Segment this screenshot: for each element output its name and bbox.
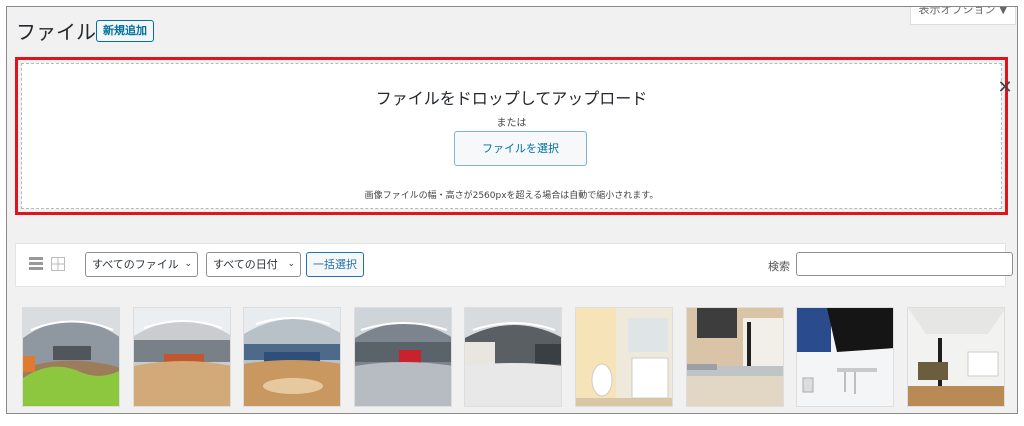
- panorama-white-image: [465, 308, 561, 406]
- kitchen-image: [687, 308, 783, 406]
- filter-type-value: すべてのファイル: [92, 258, 179, 271]
- page-title: ファイル: [16, 20, 96, 44]
- media-library-window: 表示オプション ▼ ファイル 新規追加 ファイルをドロップしてアップロード また…: [6, 6, 1018, 414]
- media-toolbar: すべてのファイル ⌄ すべての日付 ⌄ 一括選択 検索: [15, 243, 1013, 287]
- panorama-red-image: [355, 308, 451, 406]
- search-label: 検索: [768, 260, 790, 273]
- bulk-select-button[interactable]: 一括選択: [306, 252, 364, 277]
- media-thumbnail-2[interactable]: [133, 307, 231, 407]
- living-room-image: [908, 308, 1004, 406]
- select-files-button[interactable]: ファイルを選択: [454, 131, 587, 166]
- upload-size-note: 画像ファイルの幅・高さが2560pxを超える場合は自動で縮小されます。: [364, 191, 659, 201]
- filter-type-select[interactable]: すべてのファイル ⌄: [85, 252, 198, 277]
- media-thumbnail-7[interactable]: [686, 307, 784, 407]
- screen-options-label: 表示オプション ▼: [918, 7, 1008, 16]
- media-thumbnail-4[interactable]: [354, 307, 452, 407]
- search-input[interactable]: [796, 252, 1013, 276]
- add-new-button[interactable]: 新規追加: [96, 20, 154, 42]
- toilet-image: [576, 308, 672, 406]
- upload-dropzone[interactable]: ファイルをドロップしてアップロード または ファイルを選択 画像ファイルの幅・高…: [21, 63, 1013, 209]
- panorama-green-image: [23, 308, 119, 406]
- media-thumbnail-1[interactable]: [22, 307, 120, 407]
- grid-view-icon[interactable]: [51, 257, 65, 271]
- media-thumbnail-6[interactable]: [575, 307, 673, 407]
- panorama-blue-image: [244, 308, 340, 406]
- range-hood-image: [797, 308, 893, 406]
- screen-options-button[interactable]: 表示オプション ▼: [910, 7, 1016, 25]
- media-thumbnail-5[interactable]: [464, 307, 562, 407]
- upload-or-text: または: [496, 118, 527, 129]
- list-view-icon[interactable]: [29, 257, 43, 271]
- panorama-wood-image: [134, 308, 230, 406]
- upload-highlight-box: ファイルをドロップしてアップロード または ファイルを選択 画像ファイルの幅・高…: [15, 57, 1013, 215]
- chevron-down-icon: ⌄: [287, 259, 295, 269]
- filter-date-value: すべての日付: [213, 258, 278, 271]
- media-thumbnail-8[interactable]: [796, 307, 894, 407]
- chevron-down-icon: ⌄: [184, 259, 192, 269]
- upload-title: ファイルをドロップしてアップロード: [375, 89, 648, 108]
- media-thumbnail-3[interactable]: [243, 307, 341, 407]
- media-thumbnail-9[interactable]: [907, 307, 1005, 407]
- close-icon[interactable]: ✕: [996, 79, 1014, 97]
- filter-date-select[interactable]: すべての日付 ⌄: [206, 252, 301, 277]
